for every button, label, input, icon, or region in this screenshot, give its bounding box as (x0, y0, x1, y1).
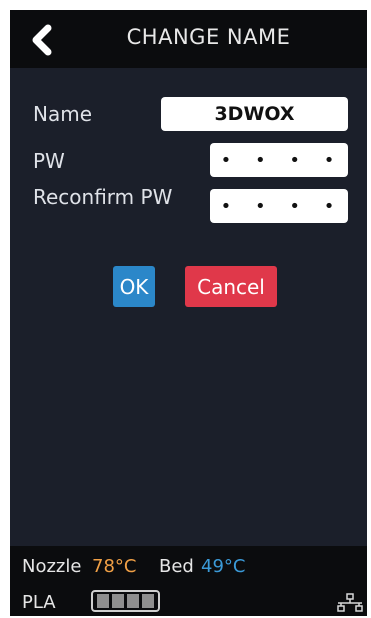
network-icon (337, 593, 363, 612)
filament-level-cell (127, 594, 139, 608)
bed-temp: 49°C (201, 556, 246, 577)
chevron-left-icon (32, 24, 52, 56)
header-bar: CHANGE NAME (10, 10, 367, 68)
nozzle-label: Nozzle (22, 556, 82, 577)
page-title: CHANGE NAME (126, 25, 291, 49)
pw-label: PW (33, 149, 65, 173)
material-label: PLA (22, 592, 56, 613)
device-screen: CHANGE NAME Name 3DWOX PW • • • • Reconf… (10, 10, 367, 616)
reconfirm-pw-label: Reconfirm PW (33, 185, 173, 209)
cancel-button[interactable]: Cancel (185, 266, 277, 307)
ok-button[interactable]: OK (113, 266, 155, 307)
status-bar: Nozzle 78°C Bed 49°C PLA (10, 546, 367, 616)
name-field[interactable]: 3DWOX (161, 97, 348, 131)
filament-level-cell (97, 594, 109, 608)
main-panel: Name 3DWOX PW • • • • Reconfirm PW • • •… (10, 68, 367, 546)
filament-level-cell (112, 594, 124, 608)
reconfirm-pw-field[interactable]: • • • • (210, 189, 348, 223)
pw-field[interactable]: • • • • (210, 143, 348, 177)
nozzle-temp: 78°C (92, 556, 137, 577)
filament-level-cell (142, 594, 154, 608)
name-label: Name (33, 102, 93, 126)
filament-level-indicator (91, 590, 160, 612)
bed-label: Bed (159, 556, 194, 577)
back-button[interactable] (24, 20, 64, 60)
